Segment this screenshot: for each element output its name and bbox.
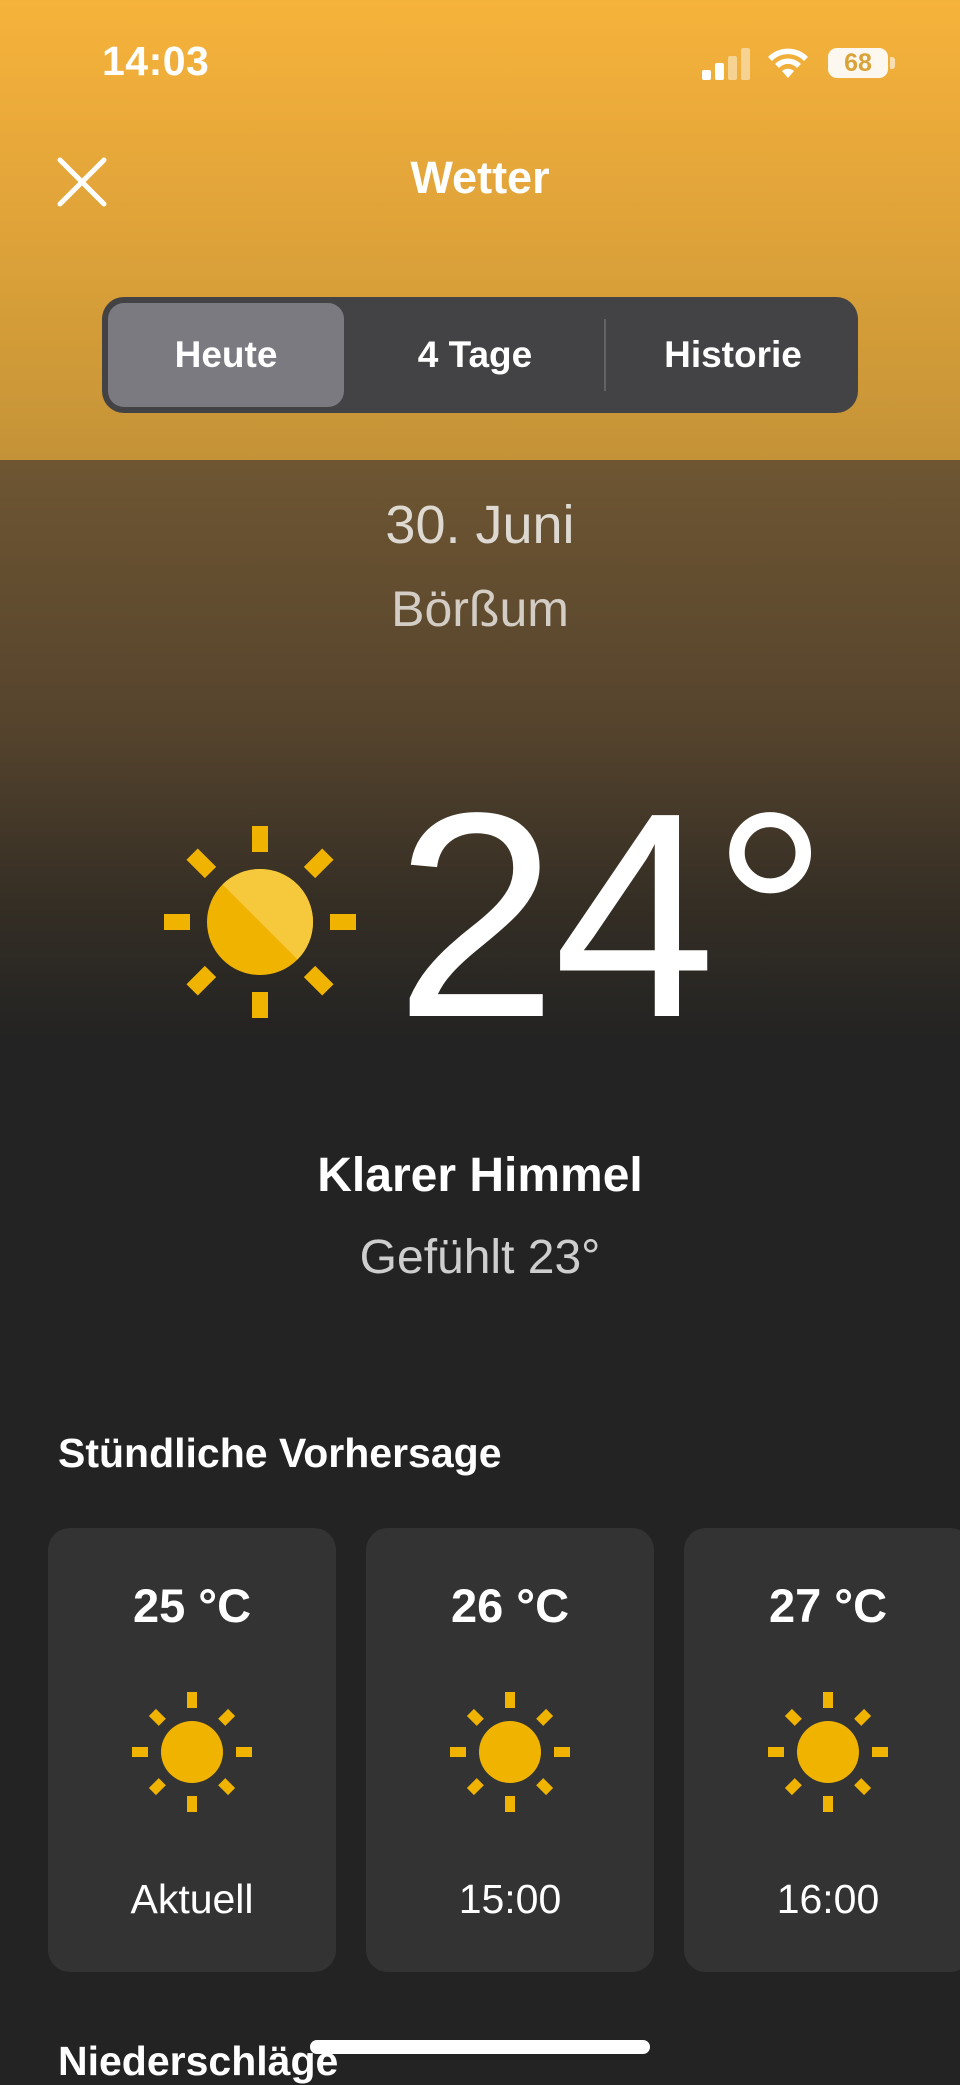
segmented-control: Heute 4 Tage Historie [102,297,858,413]
precipitation-title: Niederschläge [58,2038,339,2084]
hourly-time: 16:00 [776,1876,880,1922]
hourly-temperature: 26 °C [450,1579,570,1632]
battery-cap [890,57,895,69]
sun-icon [132,1692,252,1812]
home-indicator[interactable] [310,2040,650,2054]
hourly-card[interactable]: 25 °C Aktuell [48,1528,336,1972]
status-time: 14:03 [102,38,210,84]
hourly-card[interactable]: 27 °C 16:00 [684,1528,960,1972]
hourly-time: 15:00 [458,1876,562,1922]
hourly-time: Aktuell [130,1876,254,1922]
tab-heute[interactable]: Heute [108,303,344,407]
hourly-temperature: 27 °C [768,1579,888,1632]
hourly-temperature: 25 °C [132,1579,252,1632]
tab-historie[interactable]: Historie [614,303,852,407]
feels-like: Gefühlt 23° [359,1231,601,1284]
hourly-forecast-list[interactable]: 25 °C Aktuell 26 °C 15:00 27 °C 16:00 [0,1528,960,1972]
sun-icon [768,1692,888,1812]
tab-4-tage[interactable]: 4 Tage [356,303,594,407]
current-date: 30. Juni [385,495,575,555]
current-location: Börßum [391,581,569,637]
tab-divider [604,319,606,391]
sun-icon [164,826,356,1018]
battery-icon: 68 [828,48,888,78]
wifi-icon [768,48,808,78]
hourly-forecast-title: Stündliche Vorhersage [58,1430,502,1476]
current-condition: Klarer Himmel [317,1149,643,1202]
hourly-card[interactable]: 26 °C 15:00 [366,1528,654,1972]
battery-level: 68 [844,49,872,77]
cellular-signal-icon [702,48,750,80]
current-temperature: 24° [395,752,829,1078]
status-icons: 68 [700,44,900,84]
sun-icon [450,1692,570,1812]
page-title: Wetter [410,152,550,203]
